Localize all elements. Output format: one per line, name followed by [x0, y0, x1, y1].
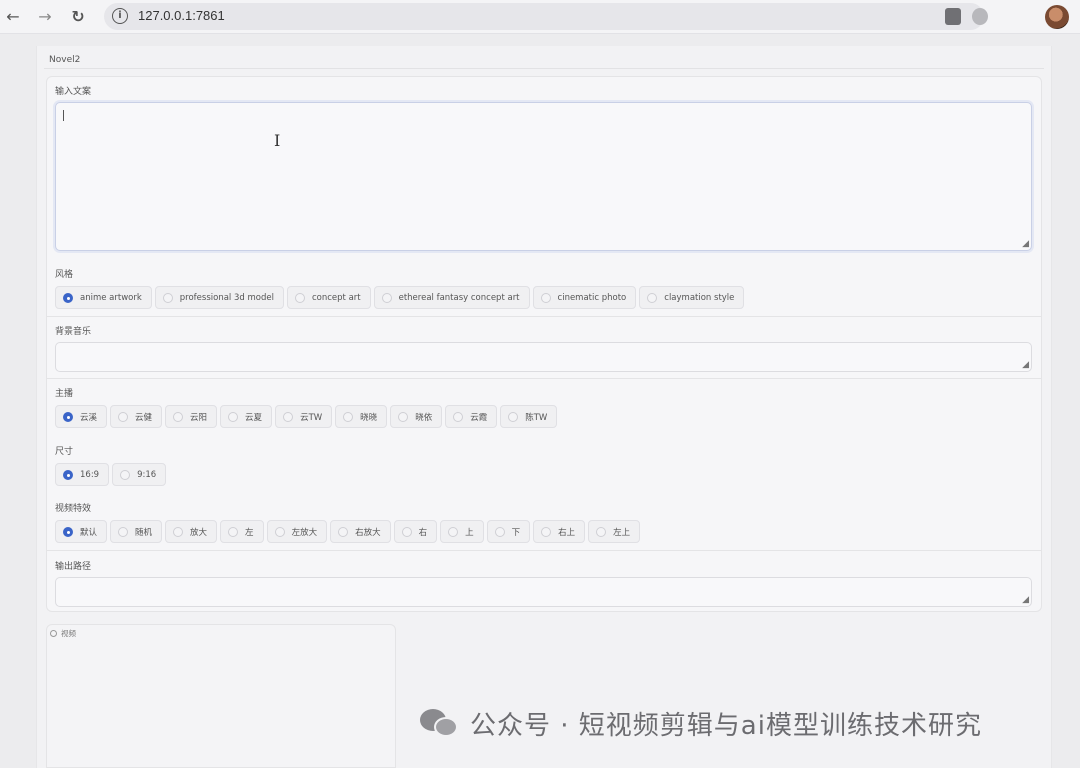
style-option[interactable]: professional 3d model	[154, 286, 284, 309]
effect-option[interactable]: 右上	[533, 520, 586, 543]
radio-icon	[398, 411, 409, 422]
radio-icon	[274, 526, 285, 537]
radio-icon	[541, 526, 552, 537]
style-option[interactable]: anime artwork	[55, 286, 152, 309]
radio-icon	[508, 411, 519, 422]
section-divider	[47, 550, 1041, 551]
host-option[interactable]: 云健	[110, 405, 163, 428]
host-option[interactable]: 陈TW	[500, 405, 558, 428]
resize-handle-icon[interactable]: ◢	[1022, 596, 1029, 605]
style-option[interactable]: claymation style	[639, 286, 745, 309]
radio-icon	[294, 292, 305, 303]
back-arrow-icon[interactable]: ←	[2, 6, 24, 28]
url-text[interactable]: 127.0.0.1:7861	[138, 8, 225, 23]
extension-icon-2[interactable]	[972, 8, 988, 25]
resize-handle-icon[interactable]: ◢	[1022, 361, 1029, 370]
text-caret	[63, 110, 64, 121]
tab-divider	[44, 68, 1044, 69]
radio-icon	[228, 411, 239, 422]
style-radio-group: anime artwork professional 3d model conc…	[55, 286, 745, 309]
style-option[interactable]: concept art	[286, 286, 371, 309]
host-option[interactable]: 晓依	[390, 405, 443, 428]
radio-icon	[381, 292, 392, 303]
host-option[interactable]: 云霞	[445, 405, 498, 428]
size-radio-group: 16:9 9:16	[55, 463, 167, 486]
video-icon	[50, 630, 57, 637]
profile-avatar[interactable]	[1045, 5, 1069, 29]
effect-option[interactable]: 左上	[588, 520, 641, 543]
address-bar[interactable]: i 127.0.0.1:7861	[104, 3, 984, 30]
radio-icon	[540, 292, 551, 303]
watermark-text: 公众号 · 短视频剪辑与ai模型训练技术研究	[470, 711, 982, 741]
radio-icon	[228, 526, 239, 537]
radio-icon	[448, 526, 459, 537]
radio-icon	[173, 411, 184, 422]
radio-icon	[118, 526, 129, 537]
effect-option[interactable]: 随机	[110, 520, 163, 543]
effect-option[interactable]: 左	[220, 520, 264, 543]
host-option[interactable]: 云夏	[220, 405, 273, 428]
radio-icon	[596, 526, 607, 537]
radio-icon	[338, 526, 349, 537]
bgm-label: 背景音乐	[55, 327, 92, 337]
site-info-icon[interactable]: i	[112, 8, 128, 24]
forward-arrow-icon[interactable]: →	[34, 6, 56, 28]
host-option[interactable]: 云溪	[55, 405, 108, 428]
bgm-input[interactable]: ◢	[55, 342, 1032, 372]
effect-option[interactable]: 左放大	[266, 520, 328, 543]
wechat-watermark: 公众号 · 短视频剪辑与ai模型训练技术研究	[420, 705, 982, 742]
radio-icon	[343, 411, 354, 422]
host-option[interactable]: 云TW	[275, 405, 333, 428]
effect-label: 视频特效	[55, 504, 92, 514]
effect-radio-group: 默认 随机 放大 左 左放大 右放大 右 上 下 右上 左上	[55, 520, 641, 543]
reload-icon[interactable]: ↻	[67, 6, 89, 28]
input-text-textarea[interactable]: ◢	[55, 102, 1032, 251]
radio-selected-icon	[63, 411, 73, 422]
resize-handle-icon[interactable]: ◢	[1022, 240, 1029, 249]
radio-selected-icon	[63, 469, 73, 480]
host-radio-group: 云溪 云健 云阳 云夏 云TW 晓晓 晓依 云霞 陈TW	[55, 405, 558, 428]
host-option[interactable]: 晓晓	[335, 405, 388, 428]
section-divider	[47, 378, 1041, 379]
output-path-label: 输出路径	[55, 562, 92, 572]
wechat-icon	[420, 707, 462, 741]
radio-icon	[120, 469, 131, 480]
radio-icon	[118, 411, 129, 422]
host-label: 主播	[55, 389, 74, 399]
size-option[interactable]: 16:9	[55, 463, 110, 486]
size-label: 尺寸	[55, 447, 74, 457]
effect-option[interactable]: 右放大	[330, 520, 391, 543]
radio-icon	[401, 526, 412, 537]
style-option[interactable]: cinematic photo	[532, 286, 637, 309]
radio-icon	[162, 292, 173, 303]
radio-icon	[647, 292, 658, 303]
size-option[interactable]: 9:16	[112, 463, 167, 486]
video-label: 视频	[50, 628, 76, 639]
radio-icon	[453, 411, 464, 422]
style-option[interactable]: ethereal fantasy concept art	[373, 286, 530, 309]
radio-icon	[283, 411, 294, 422]
radio-icon	[494, 526, 505, 537]
extension-icon[interactable]	[945, 8, 961, 25]
radio-icon	[173, 526, 184, 537]
radio-selected-icon	[63, 292, 73, 303]
tab-novel2[interactable]: Novel2	[49, 55, 80, 65]
video-output	[46, 624, 396, 768]
browser-toolbar: ← → ↻ i 127.0.0.1:7861	[0, 0, 1080, 34]
effect-option[interactable]: 下	[486, 520, 531, 543]
output-path-input[interactable]: ◢	[55, 577, 1032, 607]
effect-option[interactable]: 右	[393, 520, 438, 543]
effect-option[interactable]: 放大	[165, 520, 218, 543]
effect-option[interactable]: 默认	[55, 520, 108, 543]
host-option[interactable]: 云阳	[165, 405, 218, 428]
input-text-label: 输入文案	[55, 87, 92, 97]
radio-selected-icon	[63, 526, 73, 537]
text-cursor-icon: I	[274, 131, 281, 150]
style-label: 风格	[55, 270, 74, 280]
section-divider	[47, 316, 1041, 317]
effect-option[interactable]: 上	[440, 520, 484, 543]
